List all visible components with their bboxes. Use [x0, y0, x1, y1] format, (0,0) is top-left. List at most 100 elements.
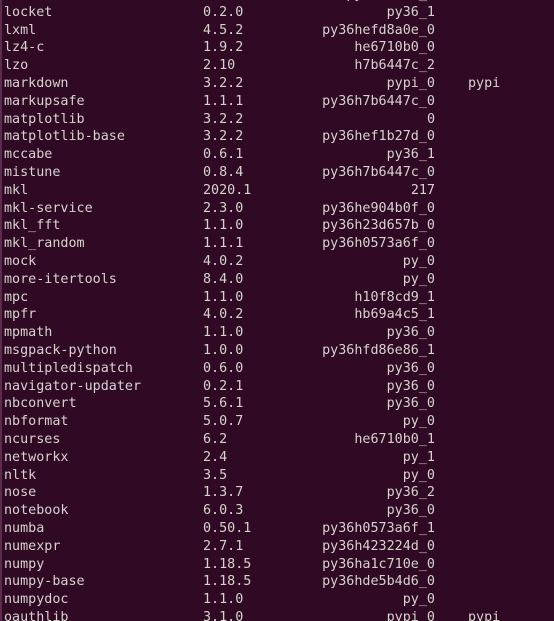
package-name: numexpr	[4, 538, 61, 554]
package-row: numba 0.50.1 py36h0573a6f_1	[0, 520, 554, 538]
package-build: py_0	[402, 253, 435, 269]
package-name: mkl_random	[4, 236, 85, 252]
package-build: py_0	[402, 271, 435, 287]
package-name: mkl-service	[4, 200, 93, 216]
package-name: numba	[4, 520, 45, 536]
package-channel: pypi	[468, 75, 501, 91]
package-build: py_0	[402, 592, 435, 608]
package-name: msgpack-python	[4, 342, 117, 358]
package-name: lzo	[4, 58, 29, 74]
package-name: multipledispatch	[4, 360, 133, 376]
package-build: py36h423224d_0	[322, 538, 435, 554]
package-row: mkl 2020.1 217	[0, 182, 554, 200]
package-build: py36_0	[386, 378, 435, 394]
package-row: mpfr 4.0.2 hb69a4c5_1	[0, 306, 554, 324]
package-name: mccabe	[4, 147, 53, 163]
package-row: networkx 2.4 py_1	[0, 449, 554, 467]
package-build: he6710b0_0	[354, 40, 435, 56]
package-name: markdown	[4, 75, 69, 91]
package-build: py36_1	[386, 4, 435, 20]
package-build: py36h7b6447c_0	[322, 164, 435, 180]
package-version: 2.10	[203, 58, 236, 74]
package-name: lxml	[4, 22, 37, 38]
package-version: 6.2	[203, 431, 228, 447]
package-build: pypi_0	[386, 609, 435, 621]
package-name: more-itertools	[4, 271, 117, 287]
package-row: ncurses 6.2 he6710b0_1	[0, 431, 554, 449]
package-name: networkx	[4, 449, 69, 465]
package-build: hb69a4c5_1	[354, 307, 435, 323]
package-row: mkl_fft 1.1.0 py36h23d657b_0	[0, 217, 554, 235]
package-name: mistune	[4, 164, 61, 180]
package-name: matplotlib-base	[4, 129, 125, 145]
package-build: py36he904b0f_0	[322, 200, 435, 216]
package-build: py36_1	[386, 147, 435, 163]
package-row: mkl_random 1.1.1 py36h0573a6f_0	[0, 235, 554, 253]
package-row: nbformat 5.0.7 py_0	[0, 413, 554, 431]
package-row: mistune 0.8.4 py36h7b6447c_0	[0, 164, 554, 182]
package-row: numpy 1.18.5 py36ha1c710e_0	[0, 556, 554, 574]
package-row: matplotlib 3.2.2 0	[0, 111, 554, 129]
package-build: pypi_0	[386, 75, 435, 91]
package-name: mpmath	[4, 325, 53, 341]
package-channel: pypi	[468, 609, 501, 621]
package-build: py36h23d657b_0	[322, 218, 435, 234]
package-row: nose 1.3.7 py36_2	[0, 484, 554, 502]
package-row: lz4-c 1.9.2 he6710b0_0	[0, 39, 554, 57]
package-row: numpy-base 1.18.5 py36hde5b4d6_0	[0, 573, 554, 591]
package-row: lxml 4.5.2 py36hefd8a0e_0	[0, 22, 554, 40]
package-name: notebook	[4, 503, 69, 519]
package-name: nbformat	[4, 414, 69, 430]
package-row: oauthlib 3.1.0 pypi_0 pypi	[0, 609, 554, 621]
package-name: matplotlib	[4, 111, 85, 127]
package-build: 217	[410, 182, 435, 198]
package-row: notebook 6.0.3 py36_0	[0, 502, 554, 520]
package-build: py36_0	[386, 396, 435, 412]
package-name: nose	[4, 485, 37, 501]
package-build: py36_0	[386, 360, 435, 376]
package-build: py36hefd8a0e_0	[322, 22, 435, 38]
package-name: nbconvert	[4, 396, 77, 412]
package-build: he6710b0_1	[354, 431, 435, 447]
package-row: locket 0.2.0 py36_1	[0, 4, 554, 22]
window-left-edge	[0, 0, 2, 621]
package-row: matplotlib-base 3.2.2 py36hef1b27d_0	[0, 128, 554, 146]
package-version: 2.4	[203, 449, 228, 465]
package-row: mccabe 0.6.1 py36_1	[0, 146, 554, 164]
package-build: py36hde5b4d6_0	[322, 574, 435, 590]
package-build: py36hef1b27d_0	[322, 129, 435, 145]
package-name: numpy-base	[4, 574, 85, 590]
package-row: more-itertools 8.4.0 py_0	[0, 271, 554, 289]
package-row: nltk 3.5 py_0	[0, 467, 554, 485]
package-row: navigator-updater 0.2.1 py36_0	[0, 378, 554, 396]
package-row: numpydoc 1.1.0 py_0	[0, 591, 554, 609]
package-build: py36hfd86e86_1	[322, 342, 435, 358]
package-build: py_1	[402, 449, 435, 465]
package-name: mock	[4, 253, 37, 269]
package-build: h7b6447c_2	[354, 58, 435, 74]
package-row: msgpack-python 1.0.0 py36hfd86e86_1	[0, 342, 554, 360]
package-name: mpc	[4, 289, 29, 305]
package-build: h10f8cd9_1	[354, 289, 435, 305]
terminal-window[interactable]: py36h...._1locket0.2.0py36_1lxml4.5.2py3…	[0, 0, 554, 621]
package-row: markupsafe 1.1.1 py36h7b6447c_0	[0, 93, 554, 111]
package-row: mpc 1.1.0 h10f8cd9_1	[0, 289, 554, 307]
package-build: py36ha1c710e_0	[322, 556, 435, 572]
package-name: navigator-updater	[4, 378, 142, 394]
package-name: numpydoc	[4, 592, 69, 608]
package-row: multipledispatch 0.6.0 py36_0	[0, 360, 554, 378]
package-build: 0	[426, 111, 435, 127]
package-name: ncurses	[4, 431, 61, 447]
package-build: py36_2	[386, 485, 435, 501]
package-row: lzo 2.10 h7b6447c_2	[0, 57, 554, 75]
package-name: mpfr	[4, 307, 37, 323]
package-build: py_0	[402, 414, 435, 430]
package-row: mpmath 1.1.0 py36_0	[0, 324, 554, 342]
package-build: py_0	[402, 467, 435, 483]
package-row: numexpr 2.7.1 py36h423224d_0	[0, 538, 554, 556]
package-name: lz4-c	[4, 40, 45, 56]
package-name: mkl_fft	[4, 218, 61, 234]
package-name: numpy	[4, 556, 45, 572]
package-build: py36h0573a6f_1	[322, 520, 435, 536]
package-build: py36_0	[386, 325, 435, 341]
